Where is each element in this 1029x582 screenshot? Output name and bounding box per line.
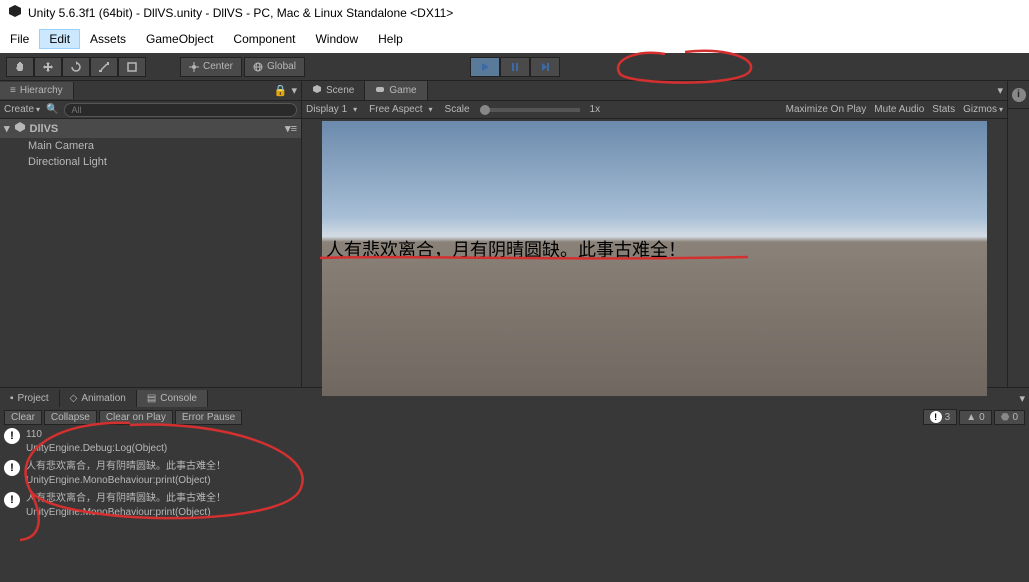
game-overlay-text: 人有悲欢离合，月有阴晴圆缺。此事古难全！ <box>326 236 686 262</box>
mute-audio-toggle[interactable]: Mute Audio <box>874 104 924 115</box>
rotate-tool[interactable] <box>62 57 90 77</box>
menubar: File Edit Assets GameObject Component Wi… <box>0 25 1029 53</box>
error-pause-toggle[interactable]: Error Pause <box>175 410 242 425</box>
stats-toggle[interactable]: Stats <box>932 104 955 115</box>
pause-icon <box>510 62 520 72</box>
info-icon: ! <box>4 492 20 508</box>
game-icon <box>375 84 385 97</box>
menu-assets[interactable]: Assets <box>80 29 136 49</box>
warning-icon: ▲ <box>966 412 976 423</box>
globe-icon <box>253 62 263 72</box>
scene-icon <box>312 84 322 97</box>
step-icon <box>540 62 550 72</box>
clear-on-play-toggle[interactable]: Clear on Play <box>99 410 173 425</box>
panel-menu-icon[interactable]: ▾ <box>291 84 297 97</box>
tab-animation[interactable]: ◇ Animation <box>60 390 137 407</box>
error-icon: ⬣ <box>1001 412 1010 423</box>
animation-icon: ◇ <box>70 393 78 404</box>
info-filter-toggle[interactable]: ! 3 <box>923 409 958 425</box>
menu-gameobject[interactable]: GameObject <box>136 29 223 49</box>
inspector-info-icon[interactable]: i <box>1012 88 1026 102</box>
scale-label: Scale <box>445 104 470 115</box>
unity-logo-icon <box>8 4 22 21</box>
scale-tool[interactable] <box>90 57 118 77</box>
hand-tool[interactable] <box>6 57 34 77</box>
hierarchy-item-directional-light[interactable]: Directional Light <box>0 154 301 170</box>
tab-project[interactable]: ▪ Project <box>0 390 60 407</box>
gizmos-dropdown[interactable]: Gizmos▾ <box>963 104 1003 115</box>
menu-component[interactable]: Component <box>223 29 305 49</box>
create-dropdown[interactable]: Create▾ <box>4 104 40 115</box>
console-icon: ▤ <box>147 393 156 404</box>
console-list: ! 110 UnityEngine.Debug:Log(Object) ! 人有… <box>0 426 1029 522</box>
pivot-center-toggle[interactable]: Center <box>180 57 242 77</box>
chevron-down-icon: ▾ <box>4 122 10 135</box>
menu-file[interactable]: File <box>0 29 39 49</box>
maximize-on-play-toggle[interactable]: Maximize On Play <box>786 104 867 115</box>
inspector-stub: i <box>1007 81 1029 387</box>
pivot-global-toggle[interactable]: Global <box>244 57 305 77</box>
pause-button[interactable] <box>500 57 530 77</box>
scene-menu-icon[interactable]: ▾≡ <box>285 122 297 135</box>
scale-value: 1x <box>590 104 601 115</box>
rect-tool[interactable] <box>118 57 146 77</box>
tab-hierarchy[interactable]: ≡ Hierarchy <box>0 82 74 99</box>
info-icon: ! <box>4 460 20 476</box>
tab-scene[interactable]: Scene <box>302 81 365 100</box>
scale-slider[interactable] <box>480 108 580 112</box>
aspect-dropdown[interactable]: Free Aspect▾ <box>369 104 432 115</box>
tab-console[interactable]: ▤ Console <box>137 390 208 407</box>
menu-window[interactable]: Window <box>305 29 368 49</box>
unity-scene-icon <box>14 121 26 136</box>
game-viewport[interactable]: 人有悲欢离合，月有阴晴圆缺。此事古难全！ <box>322 121 987 396</box>
lock-icon[interactable]: 🔒 <box>274 84 288 97</box>
window-title: Unity 5.6.3f1 (64bit) - DllVS.unity - Dl… <box>28 6 453 20</box>
folder-icon: ▪ <box>10 393 14 404</box>
collapse-toggle[interactable]: Collapse <box>44 410 97 425</box>
hierarchy-item-main-camera[interactable]: Main Camera <box>0 138 301 154</box>
play-button[interactable] <box>470 57 500 77</box>
center-icon <box>189 62 199 72</box>
menu-edit[interactable]: Edit <box>39 29 80 49</box>
move-tool[interactable] <box>34 57 62 77</box>
display-dropdown[interactable]: Display 1▾ <box>306 104 357 115</box>
info-icon: ! <box>4 428 20 444</box>
clear-button[interactable]: Clear <box>4 410 42 425</box>
panel-menu-icon[interactable]: ▾ <box>1019 392 1025 405</box>
hierarchy-search[interactable] <box>64 103 297 117</box>
error-filter-toggle[interactable]: ⬣ 0 <box>994 410 1025 425</box>
tab-game[interactable]: Game <box>365 81 427 100</box>
hierarchy-icon: ≡ <box>10 85 16 96</box>
console-entry[interactable]: ! 人有悲欢离合，月有阴晴圆缺。此事古难全！ UnityEngine.MonoB… <box>0 490 1029 522</box>
console-entry[interactable]: ! 人有悲欢离合，月有阴晴圆缺。此事古难全！ UnityEngine.MonoB… <box>0 458 1029 490</box>
search-icon: 🔍 <box>46 104 58 115</box>
panel-menu-icon[interactable]: ▾ <box>997 84 1003 97</box>
play-icon <box>480 62 490 72</box>
main-toolbar: Center Global <box>0 53 1029 81</box>
step-button[interactable] <box>530 57 560 77</box>
console-entry[interactable]: ! 110 UnityEngine.Debug:Log(Object) <box>0 426 1029 458</box>
warn-filter-toggle[interactable]: ▲ 0 <box>959 410 991 425</box>
titlebar: Unity 5.6.3f1 (64bit) - DllVS.unity - Dl… <box>0 0 1029 25</box>
info-icon: ! <box>930 411 942 423</box>
hierarchy-scene-root[interactable]: ▾ DllVS ▾≡ <box>0 119 301 138</box>
menu-help[interactable]: Help <box>368 29 413 49</box>
